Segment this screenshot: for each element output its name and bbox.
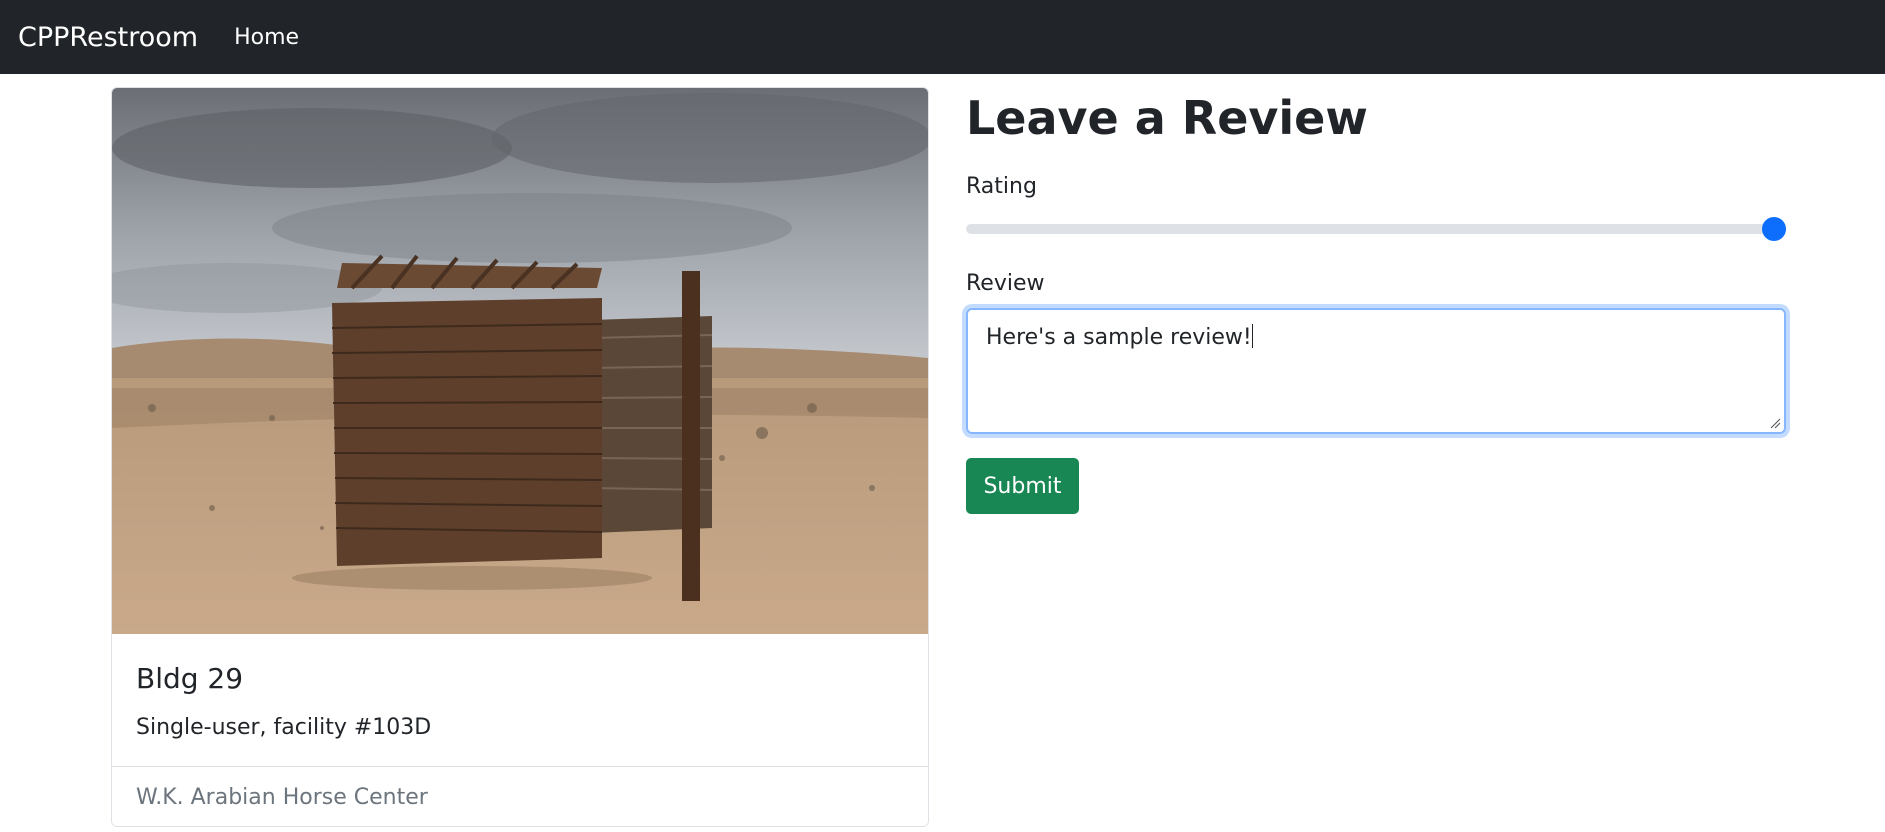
text-caret [1251,324,1253,348]
slider-thumb[interactable] [1762,217,1786,241]
card-title: Bldg 29 [136,662,244,695]
review-text: Here's a sample review! [986,325,1252,350]
resize-handle-icon[interactable] [1769,417,1781,429]
review-textarea[interactable]: Here's a sample review! [966,308,1786,434]
nav-home-link[interactable]: Home [234,25,299,50]
restroom-card: Bldg 29 Single-user, facility #103D W.K.… [111,87,929,827]
rating-label: Rating [966,174,1037,199]
card-body: Bldg 29 Single-user, facility #103D [112,634,928,766]
brand-link[interactable]: CPPRestroom [18,22,198,53]
submit-button[interactable]: Submit [966,458,1079,514]
page-title: Leave a Review [966,91,1368,145]
card-description: Single-user, facility #103D [136,715,432,740]
review-label: Review [966,271,1045,296]
card-footer-location: W.K. Arabian Horse Center [112,766,928,826]
review-form: Leave a Review Rating Review Here's a sa… [966,90,1786,514]
slider-track [966,224,1786,234]
top-navbar: CPPRestroom Home [0,0,1885,74]
rating-slider[interactable] [966,217,1786,241]
restroom-photo [112,88,928,634]
